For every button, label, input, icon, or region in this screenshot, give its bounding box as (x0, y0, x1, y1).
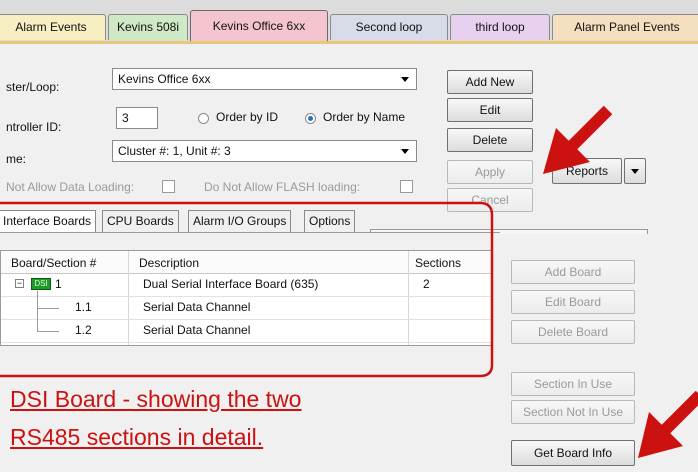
highlight-outline (0, 201, 494, 378)
annotation-line-2: RS485 sections in detail. (10, 424, 264, 450)
red-arrow-icon (638, 390, 698, 458)
annotation-line-1: DSI Board - showing the two (10, 386, 302, 412)
red-arrow-icon (543, 105, 613, 174)
